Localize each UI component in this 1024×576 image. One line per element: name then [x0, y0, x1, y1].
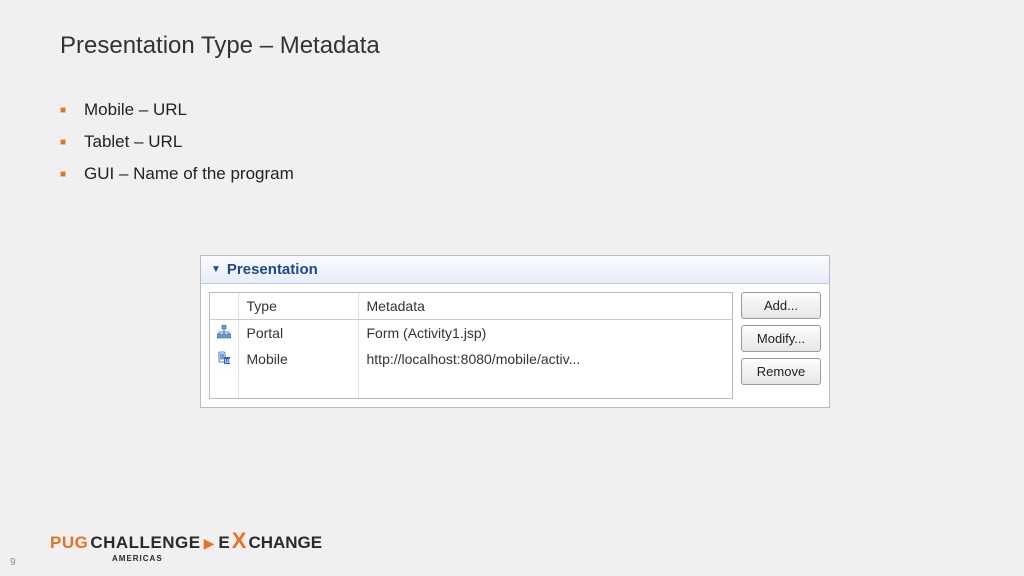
logo-text: CHALLENGE	[90, 533, 200, 553]
row-icon-cell: UE	[210, 346, 238, 372]
bullet-item: GUI – Name of the program	[60, 164, 294, 184]
mobile-icon: UE	[217, 351, 231, 365]
modify-button[interactable]: Modify...	[741, 325, 821, 352]
slide-title: Presentation Type – Metadata	[60, 32, 380, 60]
portal-icon	[217, 325, 231, 339]
column-header-metadata[interactable]: Metadata	[358, 293, 732, 320]
row-metadata-cell: http://localhost:8080/mobile/activ...	[358, 346, 732, 372]
row-icon-cell	[210, 372, 238, 398]
table-row[interactable]: Portal Form (Activity1.jsp)	[210, 320, 732, 347]
panel-title: Presentation	[227, 261, 318, 278]
row-type-cell: Mobile	[238, 346, 358, 372]
row-type-cell: Portal	[238, 320, 358, 347]
bullet-item: Tablet – URL	[60, 132, 294, 152]
add-button[interactable]: Add...	[741, 292, 821, 319]
table-row[interactable]	[210, 372, 732, 398]
table-row[interactable]: UE Mobile http://localhost:8080/mobile/a…	[210, 346, 732, 372]
remove-button[interactable]: Remove	[741, 358, 821, 385]
row-type-cell	[238, 372, 358, 398]
logo-subtitle: AMERICAS	[112, 554, 163, 563]
column-header-type[interactable]: Type	[238, 293, 358, 320]
svg-text:UE: UE	[225, 359, 231, 365]
logo-text: PUG	[50, 533, 88, 553]
arrow-icon: ▶	[204, 535, 215, 552]
row-icon-cell	[210, 320, 238, 347]
column-header-icon[interactable]	[210, 293, 238, 320]
presentation-panel: ▼ Presentation Type Metadata	[200, 255, 830, 408]
logo-text: E	[218, 533, 229, 553]
row-metadata-cell	[358, 372, 732, 398]
panel-header[interactable]: ▼ Presentation	[201, 256, 829, 284]
footer-logo: PUG CHALLENGE ▶ E X CHANGE	[50, 528, 322, 554]
logo-text: CHANGE	[248, 533, 322, 553]
collapse-toggle-icon[interactable]: ▼	[211, 264, 221, 275]
slide-number: 9	[10, 557, 16, 568]
logo-text: X	[232, 528, 247, 554]
presentation-grid[interactable]: Type Metadata	[209, 292, 733, 399]
bullet-list: Mobile – URL Tablet – URL GUI – Name of …	[60, 100, 294, 196]
button-column: Add... Modify... Remove	[741, 292, 821, 399]
row-metadata-cell: Form (Activity1.jsp)	[358, 320, 732, 347]
bullet-item: Mobile – URL	[60, 100, 294, 120]
